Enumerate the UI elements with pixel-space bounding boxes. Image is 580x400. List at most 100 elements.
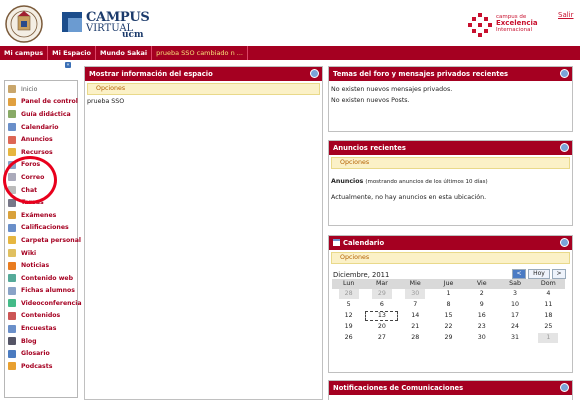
- sidebar-item-calificaciones[interactable]: Calificaciones: [5, 222, 77, 235]
- calendar-day-number: 1: [446, 290, 451, 297]
- sidebar-item-podcasts[interactable]: Podcasts: [5, 360, 77, 373]
- sidebar-item-contenidos[interactable]: Contenidos: [5, 310, 77, 323]
- sidebar-item-contenido-web[interactable]: Contenido web: [5, 272, 77, 285]
- calendar-day[interactable]: 2: [465, 289, 498, 300]
- logout-link[interactable]: Salir: [558, 11, 574, 19]
- sidebar-item-noticias[interactable]: Noticias: [5, 259, 77, 272]
- sidebar-item-recursos[interactable]: Recursos: [5, 146, 77, 159]
- calendar-day[interactable]: 6: [365, 300, 398, 311]
- calendar-day[interactable]: 17: [498, 311, 531, 322]
- sidebar-item-videoconferencia[interactable]: Videoconferencia: [5, 297, 82, 310]
- next-month-button[interactable]: >: [552, 269, 566, 279]
- cei-logo[interactable]: campus de Excelencia Internacional: [468, 13, 548, 39]
- tab-current-site[interactable]: prueba SSO cambiado n ...: [152, 46, 248, 60]
- calendar-day-number: 18: [544, 312, 553, 319]
- calendar-day[interactable]: 24: [498, 322, 531, 333]
- collapse-sidebar-icon[interactable]: «: [65, 62, 71, 68]
- calendar-day[interactable]: 16: [465, 311, 498, 322]
- calendar-day[interactable]: 23: [465, 322, 498, 333]
- calendar-day[interactable]: 15: [432, 311, 465, 322]
- calendar-options[interactable]: Opciones: [331, 252, 570, 264]
- tool-menu: Inicio Panel de control Guía didáctica Cale…: [4, 80, 82, 398]
- calendar-day[interactable]: 25: [532, 322, 565, 333]
- calendar-day[interactable]: 13: [365, 311, 399, 322]
- calendar-day-number: 27: [377, 334, 386, 341]
- announcements-options[interactable]: Opciones: [331, 157, 570, 169]
- calendar-day[interactable]: 29: [365, 289, 398, 300]
- campus-virtual-logo[interactable]: CAMPUS VIRTUAL ucm: [62, 10, 182, 42]
- forum-panel-title: Temas del foro y mensajes privados recie…: [329, 67, 572, 81]
- calendar-day[interactable]: 30: [465, 333, 498, 344]
- calendar-day[interactable]: 27: [365, 333, 398, 344]
- calendar-day[interactable]: 28: [399, 333, 432, 344]
- annotation-circle: [3, 156, 57, 204]
- calendar-day[interactable]: 22: [432, 322, 465, 333]
- calendar-day[interactable]: 28: [332, 289, 365, 300]
- tab-mundo-sakai[interactable]: Mundo Sakai: [96, 46, 153, 60]
- panel-options-icon[interactable]: [560, 383, 569, 392]
- calendar-day-number: 15: [444, 312, 453, 319]
- sidebar-item-encuestas[interactable]: Encuestas: [5, 322, 77, 335]
- calendar-day[interactable]: 1: [432, 289, 465, 300]
- calendar-day-number: 3: [513, 290, 518, 297]
- panel-options-icon[interactable]: [310, 69, 319, 78]
- weekday-label: Sab: [509, 280, 521, 287]
- calendar-day[interactable]: 5: [332, 300, 365, 311]
- sidebar-item-label: Blog: [21, 337, 37, 345]
- calendar-day-number: 1: [538, 333, 559, 343]
- calendar-day[interactable]: 14: [399, 311, 432, 322]
- calendar-day-number: 5: [346, 301, 351, 308]
- panel-options-icon[interactable]: [560, 69, 569, 78]
- calendar-day[interactable]: 11: [532, 300, 565, 311]
- sidebar-item-anuncios[interactable]: Anuncios: [5, 133, 77, 146]
- panel-options-icon[interactable]: [560, 143, 569, 152]
- calendar-day[interactable]: 8: [432, 300, 465, 311]
- calendar-day[interactable]: 3: [498, 289, 531, 300]
- calendar-day[interactable]: 21: [399, 322, 432, 333]
- panel-options-icon[interactable]: [560, 238, 569, 247]
- rss-icon: [8, 261, 16, 270]
- sidebar-item-guía-didáctica[interactable]: Guía didáctica: [5, 108, 77, 121]
- content-icon: [8, 311, 16, 320]
- calendar-day[interactable]: 26: [332, 333, 365, 344]
- calendar-day[interactable]: 29: [432, 333, 465, 344]
- sidebar-item-carpeta-personal[interactable]: Carpeta personal: [5, 234, 81, 247]
- sidebar-item-panel-de-control[interactable]: Panel de control: [5, 96, 78, 109]
- prev-month-button[interactable]: <: [512, 269, 526, 279]
- sidebar-item-fichas-alumnos[interactable]: Fichas alumnos: [5, 285, 77, 298]
- calendar-day[interactable]: 12: [332, 311, 365, 322]
- tab-mi-campus[interactable]: Mi campus: [0, 46, 49, 60]
- tab-mi-espacio[interactable]: Mi Espacio: [48, 46, 96, 60]
- calendar-day-number: 2: [479, 290, 484, 297]
- calendar-day-number: 26: [344, 334, 353, 341]
- calendar-day[interactable]: 4: [532, 289, 565, 300]
- today-button[interactable]: Hoy: [528, 269, 550, 279]
- sidebar-item-blog[interactable]: Blog: [5, 335, 77, 348]
- calendar-day[interactable]: 30: [399, 289, 432, 300]
- calendar-day-number: 19: [344, 323, 353, 330]
- calendar-day[interactable]: 19: [332, 322, 365, 333]
- sidebar-item-label: Glosario: [21, 350, 50, 358]
- calendar-day-number: 22: [444, 323, 453, 330]
- calendar-day[interactable]: 10: [498, 300, 531, 311]
- sidebar-item-label: Fichas alumnos: [21, 287, 75, 295]
- sidebar-item-calendario[interactable]: Calendario: [5, 121, 77, 134]
- calendar-day-number: 20: [377, 323, 386, 330]
- site-info-options[interactable]: Opciones: [87, 83, 320, 95]
- sidebar-item-exámenes[interactable]: Exámenes: [5, 209, 77, 222]
- calendar-day[interactable]: 7: [399, 300, 432, 311]
- calendar-day[interactable]: 9: [465, 300, 498, 311]
- ucm-crest-logo[interactable]: [5, 4, 43, 44]
- sidebar-item-label: Anuncios: [21, 136, 53, 144]
- calendar-day-number: 31: [511, 334, 520, 341]
- calendar-day[interactable]: 31: [498, 333, 531, 344]
- calendar-week: 26 27 28 29 30 31 1: [332, 333, 565, 344]
- calendar-day-number: 23: [477, 323, 486, 330]
- calendar-day[interactable]: 1: [532, 333, 565, 344]
- sidebar-item-glosario[interactable]: Glosario: [5, 347, 77, 360]
- calendar-day-number: 11: [544, 301, 553, 308]
- sidebar-item-wiki[interactable]: Wiki: [5, 247, 77, 260]
- calendar-day[interactable]: 18: [532, 311, 565, 322]
- calendar-day[interactable]: 20: [365, 322, 398, 333]
- sidebar-item-inicio[interactable]: Inicio: [5, 83, 77, 96]
